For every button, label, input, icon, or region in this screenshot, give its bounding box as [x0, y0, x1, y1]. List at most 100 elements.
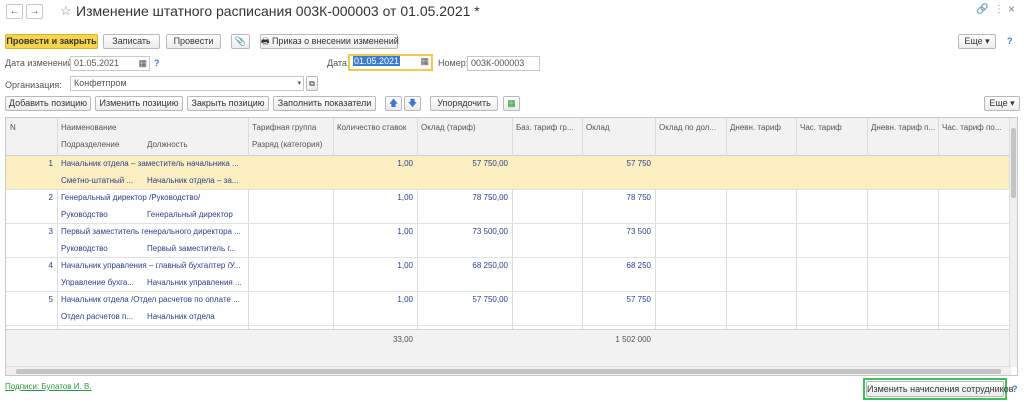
print-order-label: Приказ о внесении изменений — [272, 36, 399, 46]
back-button[interactable]: ← — [6, 4, 23, 19]
row-rates: 1,00 — [397, 261, 413, 270]
row-salary-tariff: 57 750,00 — [472, 159, 508, 168]
calendar-icon[interactable]: ▦ — [138, 57, 147, 70]
more-actions-icon[interactable]: ⋮ — [994, 4, 1004, 15]
row-name: Начальник отдела – заместитель начальник… — [61, 159, 239, 168]
date-field[interactable]: 01.05.2021 ▦ — [348, 54, 433, 71]
row-name: Начальник отдела /Отдел расчетов по опла… — [61, 295, 240, 304]
date-label: Дата: — [327, 58, 350, 68]
table-settings-icon[interactable]: ▦ — [503, 96, 520, 111]
organization-value: Конфетпром — [74, 78, 127, 88]
row-position: Начальник управления ... — [147, 278, 242, 287]
staff-schedule-table[interactable]: N Наименование Подразделение Должность Т… — [5, 117, 1018, 376]
row-name: Генеральный директор /Руководство/ — [61, 193, 201, 202]
row-name: Первый заместитель генерального директор… — [61, 227, 241, 236]
header-daily-tariff[interactable]: Дневн. тариф — [726, 120, 796, 136]
add-position-button[interactable]: Добавить позицию — [5, 96, 91, 111]
row-position: Начальник отдела — [147, 312, 215, 321]
sort-button[interactable]: Упорядочить — [430, 96, 498, 111]
row-name: Начальник управления – главный бухгалтер… — [61, 261, 241, 270]
row-number: 3 — [48, 227, 53, 236]
dropdown-icon[interactable]: ▾ — [297, 77, 301, 90]
attach-icon[interactable]: 📎 — [231, 34, 250, 49]
header-department[interactable]: Подразделение — [57, 137, 143, 153]
organization-field[interactable]: Конфетпром ▾ — [70, 76, 304, 91]
table-row[interactable]: 2 Генеральный директор /Руководство/ Рук… — [6, 190, 1011, 224]
table-row[interactable]: 5 Начальник отдела /Отдел расчетов по оп… — [6, 292, 1011, 326]
open-link-icon[interactable]: ⧉ — [306, 76, 318, 91]
header-rates[interactable]: Количество ставок — [333, 120, 417, 136]
favorite-star-icon[interactable]: ☆ — [60, 3, 72, 19]
help-icon[interactable]: ? — [1007, 36, 1013, 46]
forward-button[interactable]: → — [26, 4, 43, 19]
header-hourly-tariff[interactable]: Час. тариф — [796, 120, 867, 136]
table-totals: 33,00 1 502 000 — [6, 329, 1011, 367]
change-accruals-button[interactable]: Изменить начисления сотрудников — [866, 381, 1013, 397]
table-row[interactable]: 4 Начальник управления – главный бухгалт… — [6, 258, 1011, 292]
change-date-value: 01.05.2021 — [74, 58, 120, 68]
header-daily-tariff-p[interactable]: Дневн. тариф п... — [867, 120, 938, 136]
close-icon[interactable]: × — [1008, 2, 1015, 16]
row-salary: 78 750 — [626, 193, 651, 202]
table-row[interactable]: 3 Первый заместитель генерального директ… — [6, 224, 1011, 258]
header-tariff-group[interactable]: Тарифная группа — [248, 120, 333, 136]
header-salary-by-position[interactable]: Оклад по дол... — [655, 120, 726, 136]
close-position-button[interactable]: Закрыть позицию — [187, 96, 269, 111]
grid-more-menu-button[interactable]: Еще ▾ — [984, 96, 1020, 111]
print-order-button[interactable]: 🖶 Приказ о внесении изменений — [260, 34, 399, 49]
row-department: Управление бухга... — [61, 278, 134, 287]
row-number: 5 — [48, 295, 53, 304]
row-salary: 57 750 — [626, 159, 651, 168]
table-row[interactable]: 1 Начальник отдела – заместитель начальн… — [6, 156, 1011, 190]
organization-label: Организация: — [5, 80, 62, 90]
header-base-tariff[interactable]: Баз. тариф гр... — [512, 120, 582, 136]
header-salary[interactable]: Оклад — [582, 120, 655, 136]
row-rates: 1,00 — [397, 295, 413, 304]
row-salary-tariff: 78 750,00 — [472, 193, 508, 202]
move-up-icon[interactable]: 🡅 — [385, 96, 402, 111]
change-date-field[interactable]: 01.05.2021 ▦ — [70, 56, 150, 71]
number-field[interactable]: 003К-000003 — [467, 56, 540, 71]
header-grade[interactable]: Разряд (категория) — [248, 137, 333, 153]
row-department: Отдел расчетов п... — [61, 312, 134, 321]
total-salary: 1 502 000 — [615, 335, 651, 344]
horizontal-scrollbar[interactable] — [6, 366, 1011, 375]
post-button[interactable]: Провести — [166, 34, 221, 49]
row-salary: 57 750 — [626, 295, 651, 304]
header-position[interactable]: Должность — [143, 137, 248, 153]
save-button[interactable]: Записать — [103, 34, 160, 49]
row-position: Первый заместитель г... — [147, 244, 236, 253]
row-rates: 1,00 — [397, 159, 413, 168]
vertical-scrollbar[interactable] — [1009, 118, 1017, 367]
calendar-icon[interactable]: ▦ — [420, 56, 429, 67]
row-rates: 1,00 — [397, 227, 413, 236]
row-number: 1 — [48, 159, 53, 168]
link-icon[interactable]: 🔗 — [976, 4, 988, 15]
total-rates: 33,00 — [392, 335, 413, 344]
row-salary-tariff: 68 250,00 — [472, 261, 508, 270]
signatures-link[interactable]: Подписи: Булатов И. В. — [5, 382, 92, 391]
help-icon[interactable]: ? — [1012, 384, 1018, 394]
printer-icon: 🖶 — [261, 36, 272, 46]
help-icon[interactable]: ? — [154, 58, 160, 68]
fill-indicators-button[interactable]: Заполнить показатели — [273, 96, 376, 111]
row-salary-tariff: 57 750,00 — [472, 295, 508, 304]
number-label: Номер: — [438, 58, 469, 68]
header-name[interactable]: Наименование — [57, 120, 248, 136]
header-salary-tariff[interactable]: Оклад (тариф) — [417, 120, 512, 136]
row-department: Сметно-штатный ... — [61, 176, 134, 185]
row-position: Начальник отдела – за... — [147, 176, 239, 185]
row-number: 2 — [48, 193, 53, 202]
edit-position-button[interactable]: Изменить позицию — [95, 96, 183, 111]
change-date-label: Дата изменений: — [5, 58, 76, 68]
move-down-icon[interactable]: 🡇 — [404, 96, 421, 111]
header-hourly-tariff-p[interactable]: Час. тариф по... — [938, 120, 1011, 136]
header-n[interactable]: N — [6, 120, 57, 136]
row-number: 4 — [48, 261, 53, 270]
post-and-close-button[interactable]: Провести и закрыть — [5, 34, 98, 49]
more-menu-button[interactable]: Еще ▾ — [958, 34, 996, 49]
row-salary-tariff: 73 500,00 — [472, 227, 508, 236]
row-department: Руководство — [61, 210, 108, 219]
page-title: Изменение штатного расписания 003К-00000… — [76, 3, 480, 19]
row-salary: 73 500 — [626, 227, 651, 236]
